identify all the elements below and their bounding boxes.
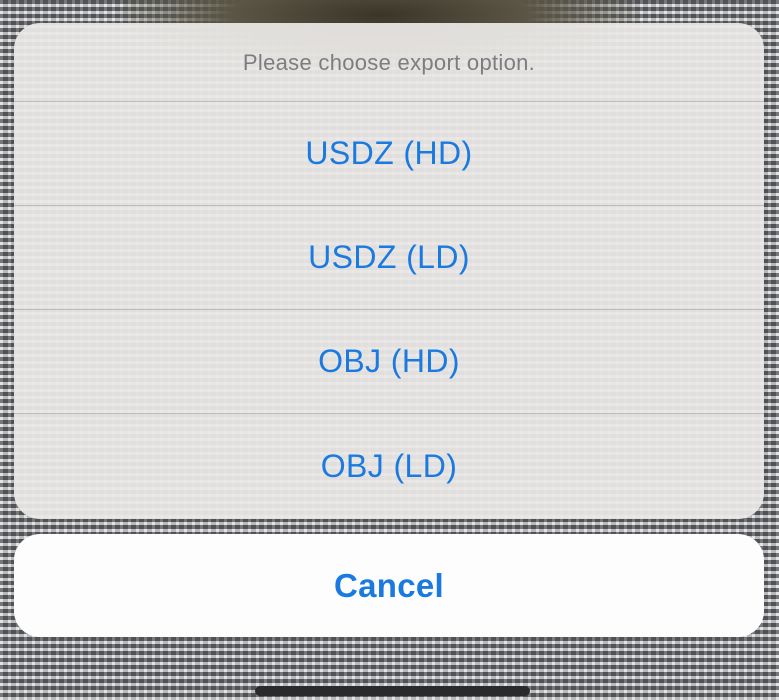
export-usdz-hd-button[interactable]: USDZ (HD) [14,102,764,206]
cancel-button[interactable]: Cancel [14,534,764,637]
export-option-label: OBJ (HD) [318,343,460,379]
action-sheet-message: Please choose export option. [242,50,536,75]
action-sheet: Please choose export option. USDZ (HD) U… [14,23,764,519]
export-option-label: USDZ (HD) [305,135,473,171]
export-obj-ld-button[interactable]: OBJ (LD) [14,414,764,519]
action-sheet-header: Please choose export option. [14,23,764,102]
export-option-label: OBJ (LD) [320,448,458,484]
home-indicator[interactable] [255,686,530,696]
cancel-label: Cancel [333,566,445,604]
export-usdz-ld-button[interactable]: USDZ (LD) [14,206,764,310]
export-option-label: USDZ (LD) [308,239,470,275]
export-obj-hd-button[interactable]: OBJ (HD) [14,310,764,414]
